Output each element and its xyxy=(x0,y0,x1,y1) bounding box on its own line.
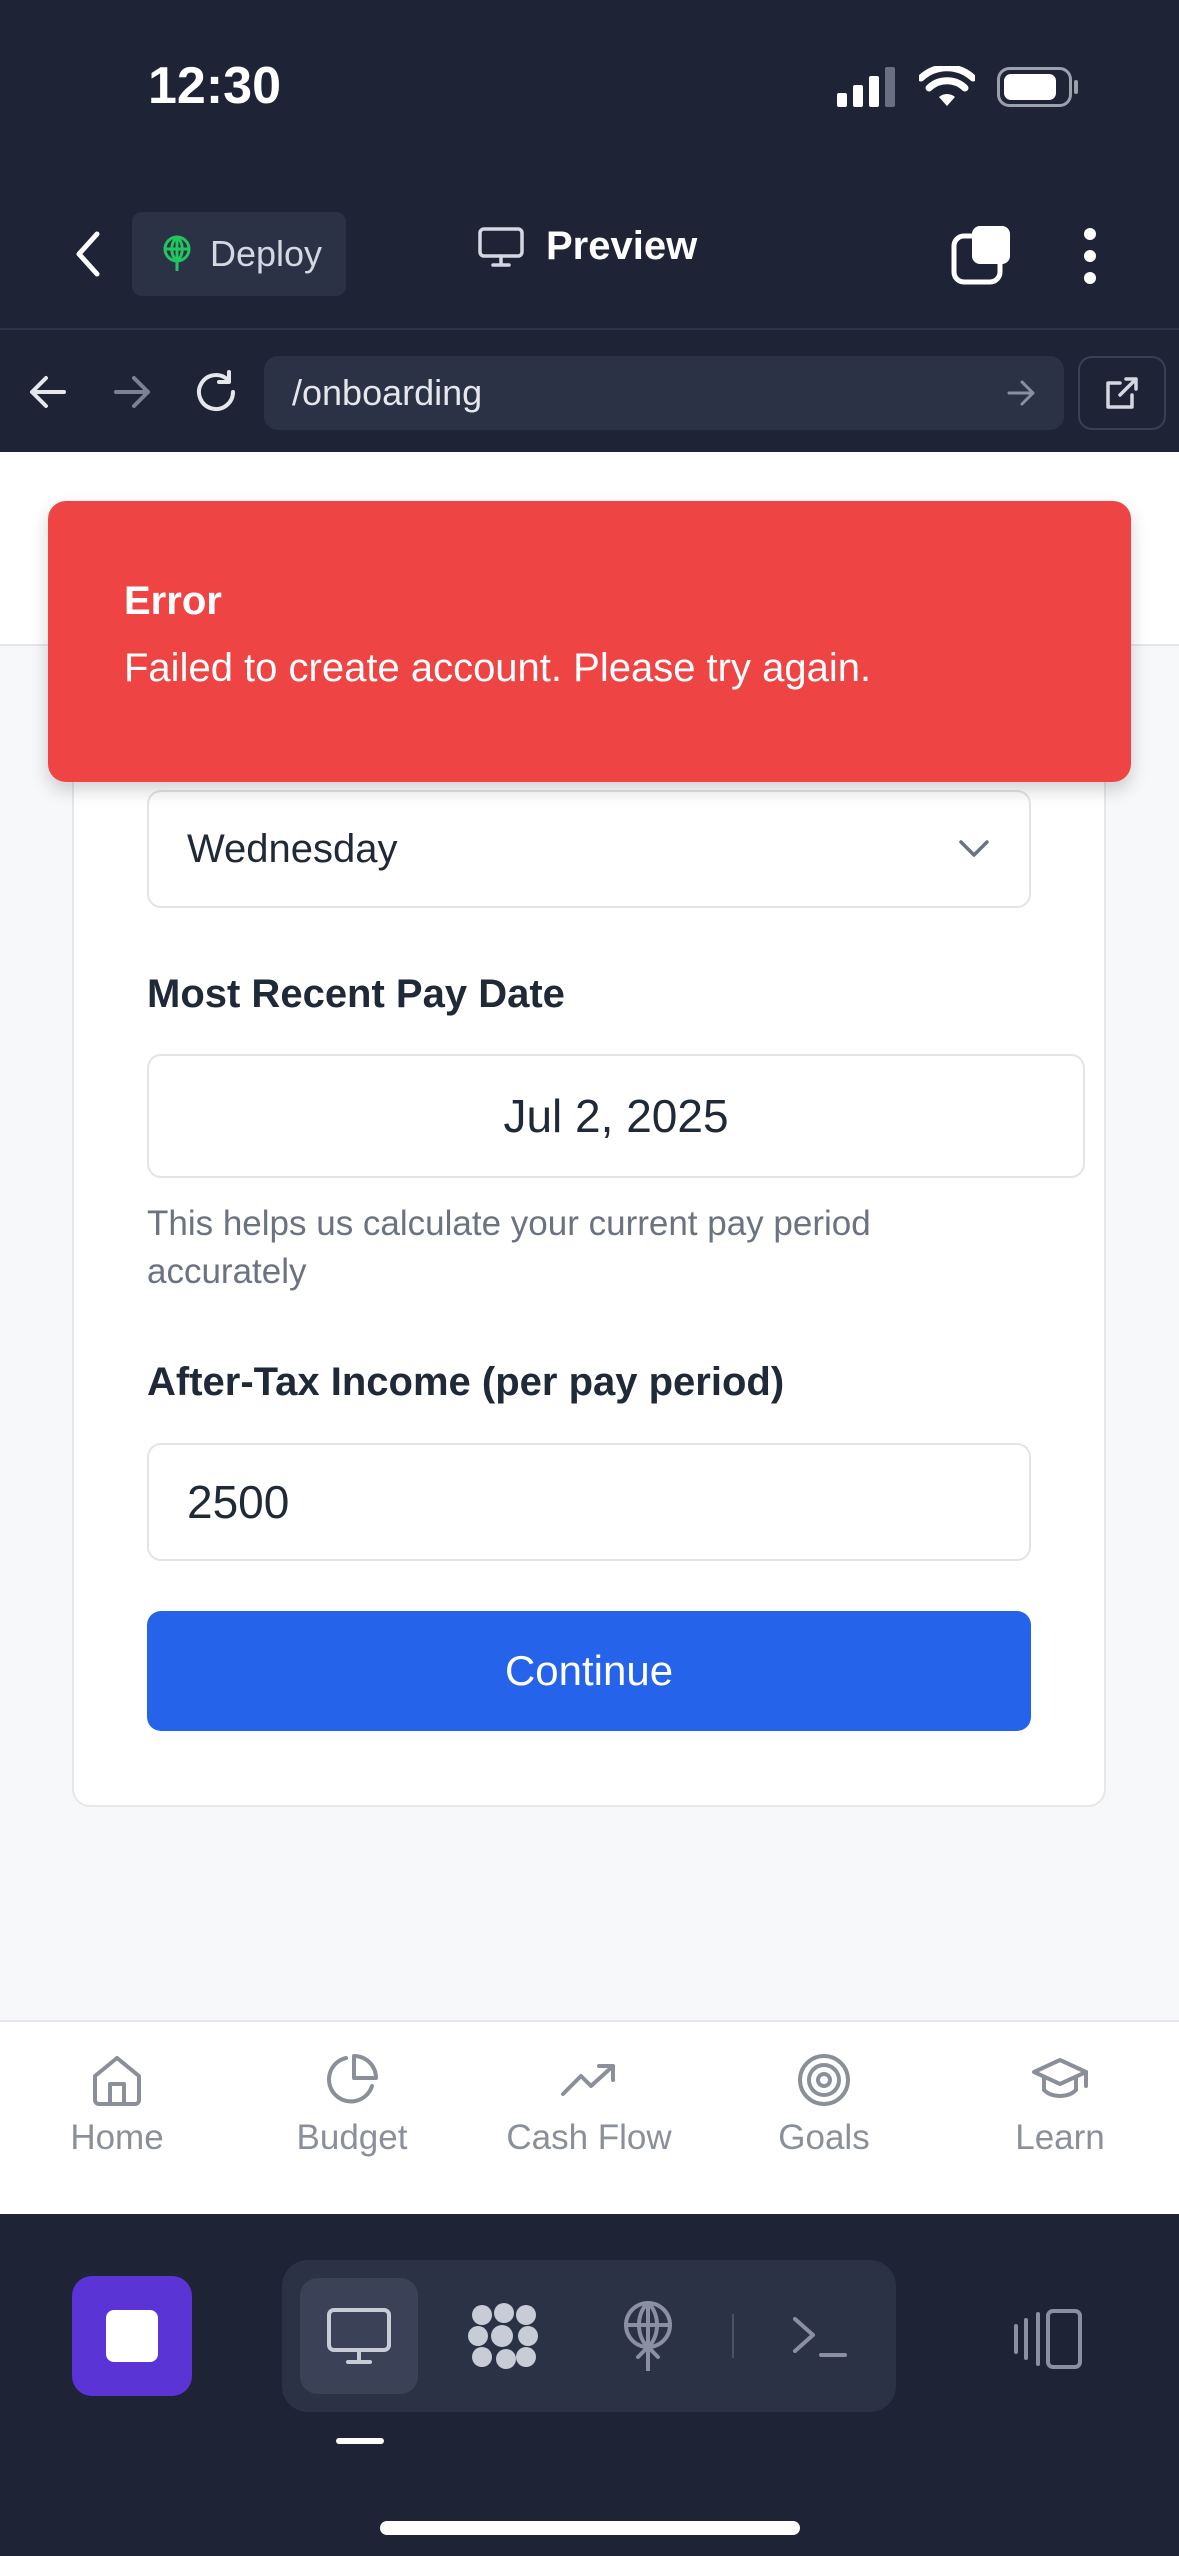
stop-button[interactable] xyxy=(72,2276,192,2396)
pay-day-value: Wednesday xyxy=(187,826,398,871)
pay-date-label: Most Recent Pay Date xyxy=(147,972,565,1016)
url-text: /onboarding xyxy=(292,372,483,413)
pay-day-select[interactable]: Wednesday xyxy=(147,790,1031,908)
home-indicator xyxy=(380,2521,800,2535)
income-label: After-Tax Income (per pay period) xyxy=(147,1360,785,1404)
terminal-tool-button[interactable] xyxy=(760,2278,878,2394)
target-icon xyxy=(798,2054,850,2106)
url-field[interactable]: /onboarding xyxy=(264,356,1064,430)
tab-label: Budget xyxy=(296,2118,408,2157)
tab-learn[interactable]: Learn xyxy=(960,2052,1160,2158)
tool-divider xyxy=(732,2314,734,2358)
tab-label: Home xyxy=(70,2118,164,2157)
external-link-icon xyxy=(1106,377,1138,409)
more-options-button[interactable] xyxy=(1060,224,1120,288)
active-tool-indicator xyxy=(336,2438,384,2444)
toast-title: Error xyxy=(124,579,222,623)
tab-goals[interactable]: Goals xyxy=(724,2052,924,2158)
assets-tool-button[interactable] xyxy=(445,2278,563,2394)
chevron-down-icon xyxy=(959,840,989,857)
bottom-tab-bar: Home Budget Cash Flow Goals Learn xyxy=(0,2020,1179,2214)
preview-title: Preview xyxy=(478,224,697,269)
toast-message: Failed to create account. Please try aga… xyxy=(124,646,872,690)
error-toast[interactable]: Error Failed to create account. Please t… xyxy=(48,501,1131,782)
pay-date-value: Jul 2, 2025 xyxy=(503,1090,729,1142)
browser-back-button[interactable] xyxy=(18,362,78,422)
home-icon xyxy=(93,2056,141,2106)
tool-group xyxy=(282,2260,896,2412)
open-external-button[interactable] xyxy=(1078,356,1166,430)
tab-label: Cash Flow xyxy=(506,2118,672,2157)
tab-label: Learn xyxy=(1015,2118,1105,2157)
app-header: Deploy Preview xyxy=(0,180,1179,330)
graduation-cap-icon xyxy=(1032,2058,1088,2098)
browser-bar: /onboarding xyxy=(0,332,1179,452)
battery-icon xyxy=(997,67,1078,107)
status-time: 12:30 xyxy=(148,57,281,115)
stop-icon xyxy=(106,2310,158,2362)
continue-label: Continue xyxy=(504,1647,674,1694)
panels-button[interactable] xyxy=(1008,2304,1088,2374)
deploy-tool-button[interactable] xyxy=(589,2278,707,2394)
tabs-icon xyxy=(951,226,1010,285)
preview-label: Preview xyxy=(546,224,698,268)
continue-button[interactable]: Continue xyxy=(147,1611,1031,1731)
preview-tool-button[interactable] xyxy=(300,2278,418,2394)
reload-icon xyxy=(197,370,235,412)
pie-chart-icon xyxy=(327,2054,378,2104)
trending-up-icon xyxy=(561,2064,615,2096)
terminal-icon xyxy=(793,2317,847,2357)
tab-cash-flow[interactable]: Cash Flow xyxy=(489,2052,689,2158)
deploy-label: Deploy xyxy=(210,233,323,274)
panels-icon xyxy=(1014,2309,1082,2369)
dev-toolbar xyxy=(0,2214,1179,2556)
wifi-icon xyxy=(919,66,975,106)
arrow-right-icon xyxy=(114,376,150,408)
tab-label: Goals xyxy=(778,2118,870,2157)
deploy-button[interactable]: Deploy xyxy=(132,212,346,296)
status-icons xyxy=(837,66,1079,108)
reload-button[interactable] xyxy=(186,362,246,422)
tab-budget[interactable]: Budget xyxy=(252,2052,452,2158)
more-dot-icon xyxy=(1084,250,1096,262)
arrow-left-icon xyxy=(30,376,66,408)
chevron-left-icon xyxy=(76,231,100,277)
tab-home[interactable]: Home xyxy=(17,2052,217,2158)
browser-forward-button[interactable] xyxy=(102,362,162,422)
pay-date-field[interactable]: Jul 2, 2025 xyxy=(147,1054,1085,1178)
back-button[interactable] xyxy=(58,224,118,284)
tabs-button[interactable] xyxy=(950,224,1014,288)
more-dot-icon xyxy=(1084,228,1096,240)
go-arrow-icon[interactable] xyxy=(1006,379,1036,407)
cellular-signal-icon xyxy=(837,67,895,107)
assets-icon xyxy=(468,2303,538,2369)
income-input[interactable]: 2500 xyxy=(147,1443,1031,1561)
pay-date-helper: This helps us calculate your current pay… xyxy=(147,1204,871,1291)
monitor-icon xyxy=(478,226,524,267)
monitor-icon xyxy=(327,2308,391,2364)
deploy-icon xyxy=(624,2301,672,2371)
income-value: 2500 xyxy=(187,1476,290,1528)
deploy-icon xyxy=(163,235,191,271)
more-dot-icon xyxy=(1084,272,1096,284)
status-bar: 12:30 xyxy=(0,0,1179,180)
